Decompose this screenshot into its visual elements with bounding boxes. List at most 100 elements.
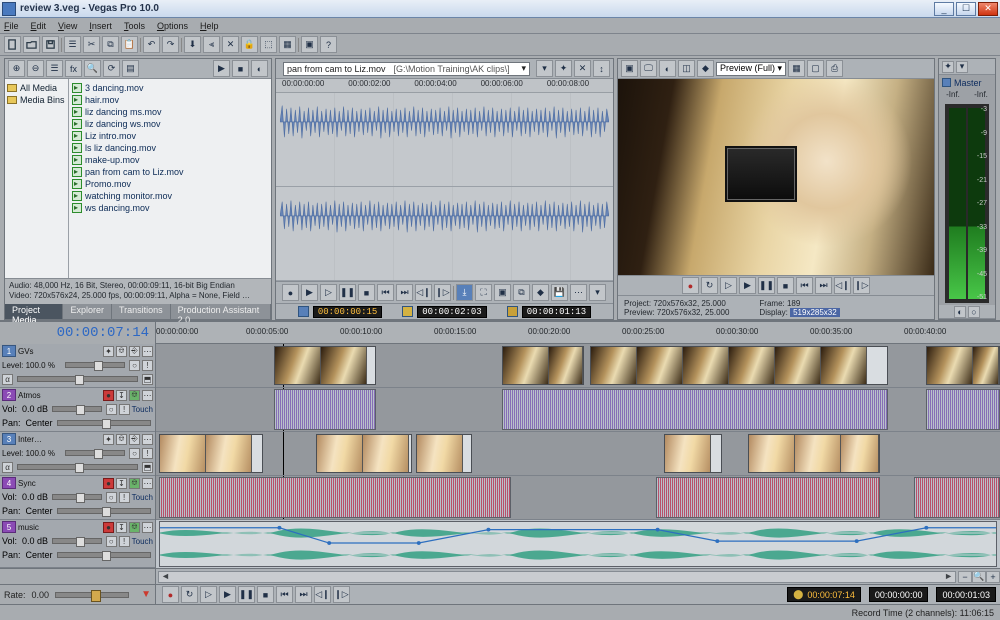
- dim-icon[interactable]: ◐: [954, 306, 966, 318]
- preview-quality-select[interactable]: Preview (Full) ▾: [716, 62, 786, 76]
- prev-frame-icon[interactable]: ◁❙: [314, 586, 331, 603]
- options-icon[interactable]: ▾: [589, 284, 606, 301]
- counter-value[interactable]: 00:00:00:15: [313, 306, 382, 318]
- track-header-interview[interactable]: 3Inter…✦⎊⎆⋯ Level: 100.0 %○! α⬒: [0, 432, 155, 476]
- video-clip[interactable]: [590, 346, 888, 385]
- track-lane-music[interactable]: [156, 520, 1000, 568]
- level-meter[interactable]: -3-9-15-21-27-33-39-45-51: [945, 104, 989, 303]
- list-item[interactable]: make-up.mov: [71, 154, 269, 166]
- menu-tools[interactable]: Tools: [124, 21, 145, 31]
- video-clip[interactable]: [926, 346, 1000, 385]
- list-item[interactable]: liz dancing ms.mov: [71, 106, 269, 118]
- track-name[interactable]: Sync: [18, 479, 101, 488]
- go-start-icon[interactable]: ⏮: [796, 277, 813, 294]
- remove-media-icon[interactable]: ⊖: [27, 60, 44, 77]
- list-item[interactable]: ws dancing.mov: [71, 202, 269, 214]
- menu-file[interactable]: File: [4, 21, 19, 31]
- undo-icon[interactable]: ↶: [143, 36, 160, 53]
- input-icon[interactable]: ↧: [116, 390, 127, 401]
- comp-mode-icon[interactable]: α: [2, 374, 13, 385]
- normal-edit-icon[interactable]: ▦: [279, 36, 296, 53]
- maximize-button[interactable]: ☐: [956, 2, 976, 16]
- audio-clip[interactable]: [926, 389, 1000, 430]
- audio-clip[interactable]: [274, 389, 376, 430]
- more-icon[interactable]: ⋯: [142, 390, 153, 401]
- minimize-button[interactable]: _: [934, 2, 954, 16]
- stop-media-icon[interactable]: ■: [232, 60, 249, 77]
- insert-fx-icon[interactable]: ✦: [942, 61, 954, 73]
- autopreview-icon[interactable]: ◐: [251, 60, 268, 77]
- menu-help[interactable]: Help: [200, 21, 219, 31]
- arm-record-icon[interactable]: ●: [103, 390, 114, 401]
- go-start-icon[interactable]: ⏮: [377, 284, 394, 301]
- tracks-area[interactable]: [156, 344, 1000, 568]
- play-from-start-icon[interactable]: ▷: [320, 284, 337, 301]
- properties-icon[interactable]: ☰: [64, 36, 81, 53]
- go-start-icon[interactable]: ⏮: [276, 586, 293, 603]
- track-lane-gvs[interactable]: [156, 344, 1000, 388]
- pan-slider[interactable]: [57, 552, 151, 558]
- audio-clip[interactable]: [656, 477, 880, 518]
- master-settings-icon[interactable]: ▾: [956, 61, 968, 73]
- zoom-in-icon[interactable]: +: [986, 571, 1000, 583]
- make-child-icon[interactable]: ⬒: [142, 462, 153, 473]
- preview-device-icon[interactable]: ▣: [621, 60, 638, 77]
- trimmer-body[interactable]: 00:00:00:00 00:00:02:00 00:00:04:00 00:0…: [276, 79, 613, 281]
- timecode-selection-start[interactable]: 00:00:00:00: [869, 587, 929, 602]
- track-header-atmos[interactable]: 2Atmos●↧⎊⋯ Vol:0.0 dB○!Touch Pan:Center: [0, 388, 155, 432]
- open-icon[interactable]: [23, 36, 40, 53]
- ignore-icon[interactable]: ⬚: [260, 36, 277, 53]
- track-name[interactable]: Inter…: [18, 435, 101, 444]
- mute-icon[interactable]: ○: [106, 536, 117, 547]
- track-lane-sync[interactable]: [156, 476, 1000, 520]
- pan-slider[interactable]: [57, 420, 151, 426]
- list-item[interactable]: Liz intro.mov: [71, 130, 269, 142]
- add-to-timeline-icon[interactable]: ⤓: [456, 284, 473, 301]
- fx-bypass-icon[interactable]: ◐: [659, 60, 676, 77]
- horizontal-scrollbar[interactable]: [158, 571, 956, 583]
- tool-icon[interactable]: ▣: [301, 36, 318, 53]
- snapshot-icon[interactable]: ⎙: [826, 60, 843, 77]
- lock-icon[interactable]: 🔒: [241, 36, 258, 53]
- play-icon[interactable]: ▶: [219, 586, 236, 603]
- video-clip[interactable]: [274, 346, 376, 385]
- video-clip[interactable]: [664, 434, 722, 473]
- track-name[interactable]: music: [18, 523, 101, 532]
- timecode-cursor[interactable]: ⬤00:00:07:14: [787, 587, 861, 602]
- subclip-icon[interactable]: ▣: [494, 284, 511, 301]
- comp-slider[interactable]: [17, 464, 138, 470]
- video-clip[interactable]: [416, 434, 472, 473]
- track-lane-atmos[interactable]: [156, 388, 1000, 432]
- quality-icon[interactable]: ◆: [697, 60, 714, 77]
- bypass-fx-icon[interactable]: ✦: [103, 346, 114, 357]
- counter-value[interactable]: 00:00:02:03: [417, 306, 486, 318]
- help-icon[interactable]: ?: [320, 36, 337, 53]
- solo-icon[interactable]: !: [119, 492, 130, 503]
- mute-icon[interactable]: ○: [106, 404, 117, 415]
- autoxfade-icon[interactable]: ✕: [222, 36, 239, 53]
- redo-icon[interactable]: ↷: [162, 36, 179, 53]
- zoom-tool-icon[interactable]: 🔍: [972, 571, 986, 583]
- history-icon[interactable]: ▾: [536, 60, 553, 77]
- video-clip[interactable]: [502, 346, 584, 385]
- copy-icon[interactable]: ⧉: [102, 36, 119, 53]
- vol-slider[interactable]: [52, 406, 102, 412]
- menu-insert[interactable]: Insert: [89, 21, 112, 31]
- audio-clip[interactable]: [159, 521, 997, 567]
- overlays-icon[interactable]: ▦: [788, 60, 805, 77]
- mute-icon[interactable]: ○: [106, 492, 117, 503]
- save-icon[interactable]: [42, 36, 59, 53]
- toggle-icon[interactable]: ⧉: [513, 284, 530, 301]
- ext-monitor-icon[interactable]: 🖵: [640, 60, 657, 77]
- paste-icon[interactable]: 📋: [121, 36, 138, 53]
- close-button[interactable]: ✕: [978, 2, 998, 16]
- vol-slider[interactable]: [52, 538, 102, 544]
- timeline-ruler[interactable]: 00:00:00:0000:00:05:0000:00:10:0000:00:1…: [156, 322, 1000, 344]
- track-header-sync[interactable]: 4Sync●↧⎊⋯ Vol:0.0 dB○!Touch Pan:Center: [0, 476, 155, 520]
- play-start-icon[interactable]: ▷: [200, 586, 217, 603]
- video-clip[interactable]: [159, 434, 263, 473]
- record-icon[interactable]: ●: [682, 277, 699, 294]
- more-icon[interactable]: ⋯: [142, 478, 153, 489]
- track-fx-icon[interactable]: ⎆: [129, 346, 140, 357]
- audio-clip[interactable]: [502, 389, 888, 430]
